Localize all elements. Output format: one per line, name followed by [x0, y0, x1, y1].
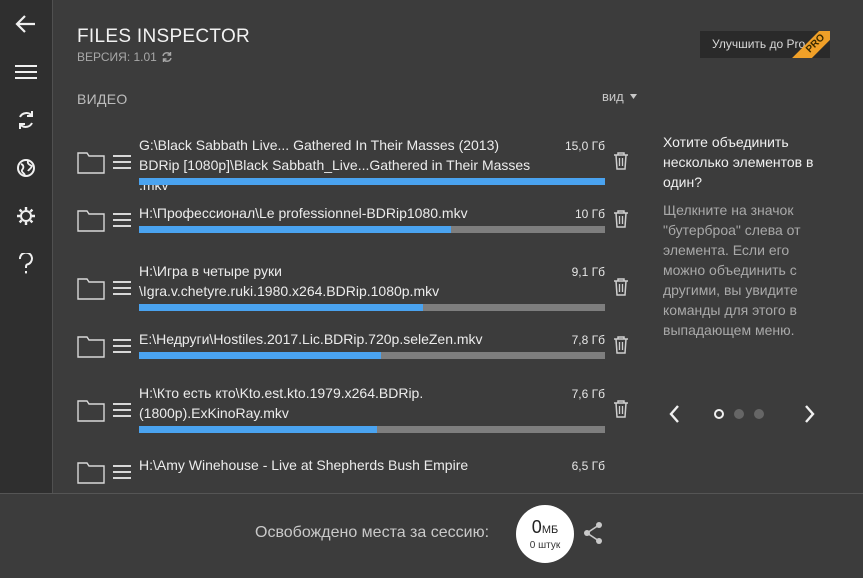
size-bar-fill	[139, 352, 382, 359]
folder-icon[interactable]	[77, 398, 105, 422]
file-size: 10 Гб	[574, 207, 605, 221]
folder-icon[interactable]	[77, 460, 105, 484]
file-path: G:\Black Sabbath Live... Gathered In The…	[139, 137, 531, 193]
file-path: H:\Кто есть кто\Kto.est.kto.1979.x264.BD…	[139, 385, 424, 421]
trash-icon[interactable]	[613, 210, 629, 228]
trash-icon[interactable]	[613, 336, 629, 354]
app-title: FILES INSPECTOR	[77, 26, 251, 47]
carousel-next-icon[interactable]	[799, 403, 819, 425]
settings-button[interactable]	[0, 196, 52, 236]
arrow-left-icon	[15, 15, 35, 33]
burger-menu-icon[interactable]	[113, 464, 131, 480]
back-button[interactable]	[0, 4, 52, 44]
size-bar	[139, 178, 605, 185]
carousel-dot[interactable]	[734, 409, 744, 419]
menu-button[interactable]	[0, 52, 52, 92]
burger-menu-icon[interactable]	[113, 338, 131, 354]
size-bar-fill	[139, 304, 424, 311]
file-list: G:\Black Sabbath Live... Gathered In The…	[53, 128, 653, 490]
file-row[interactable]: H:\Кто есть кто\Kto.est.kto.1979.x264.BD…	[53, 376, 653, 438]
file-path: H:\Игра в четыре руки \Igra.v.chetyre.ru…	[139, 263, 440, 299]
sidebar	[0, 0, 53, 493]
file-row[interactable]: E:\Недруги\Hostiles.2017.Lic.BDRip.720p.…	[53, 322, 653, 364]
refresh-icon	[19, 111, 33, 129]
file-path: H:\Профессионал\Le professionnel-BDRip10…	[139, 205, 468, 221]
caret-down-icon	[629, 94, 637, 99]
freed-count: 0 штук	[529, 540, 561, 551]
upgrade-label: Улучшить до Pro	[712, 37, 806, 51]
folder-icon[interactable]	[77, 276, 105, 300]
carousel-dot[interactable]	[754, 409, 764, 419]
question-icon	[19, 253, 33, 274]
gear-icon	[17, 207, 35, 225]
file-path: H:\Amy Winehouse - Live at Shepherds Bus…	[139, 457, 469, 473]
burger-menu-icon[interactable]	[113, 154, 131, 170]
main-panel: FILES INSPECTOR ВЕРСИЯ: 1.01 Улучшить до…	[53, 0, 863, 493]
version-text: ВЕРСИЯ: 1.01	[77, 50, 157, 64]
size-bar-fill	[139, 178, 605, 185]
freed-value-unit: МБ	[541, 524, 559, 536]
file-row[interactable]: H:\Amy Winehouse - Live at Shepherds Bus…	[53, 448, 653, 490]
size-bar-fill	[139, 426, 377, 433]
trash-icon[interactable]	[613, 278, 629, 296]
freed-space-badge: 0МБ 0 штук	[516, 505, 574, 563]
view-dropdown-label: вид	[602, 89, 624, 104]
file-size: 9,1 Гб	[571, 265, 605, 279]
hamburger-icon	[15, 65, 37, 79]
freed-value-number: 0	[531, 517, 542, 537]
file-size: 6,5 Гб	[571, 459, 605, 473]
file-path: E:\Недруги\Hostiles.2017.Lic.BDRip.720p.…	[139, 331, 483, 347]
size-bar	[139, 226, 605, 233]
size-bar	[139, 426, 605, 433]
carousel-dot[interactable]	[714, 409, 724, 419]
footer: Освобождено места за сессию: 0МБ 0 штук	[0, 493, 863, 578]
file-row[interactable]: H:\Игра в четыре руки \Igra.v.chetyre.ru…	[53, 254, 653, 316]
upgrade-pro-button[interactable]: Улучшить до Pro PRO	[700, 31, 830, 58]
folder-icon[interactable]	[77, 150, 105, 174]
update-check-icon[interactable]	[161, 51, 173, 63]
globe-icon	[17, 159, 35, 177]
folder-icon[interactable]	[77, 208, 105, 232]
section-title: ВИДЕО	[77, 91, 128, 107]
file-size: 7,6 Гб	[571, 387, 605, 401]
refresh-button[interactable]	[0, 100, 52, 140]
share-icon[interactable]	[582, 521, 604, 545]
file-size: 7,8 Гб	[571, 333, 605, 347]
trash-icon[interactable]	[613, 400, 629, 418]
size-bar	[139, 304, 605, 311]
file-row[interactable]: H:\Профессионал\Le professionnel-BDRip10…	[53, 196, 653, 238]
hint-question: Хотите объединить несколько элементов в …	[663, 134, 814, 190]
hint-panel: Хотите объединить несколько элементов в …	[663, 132, 833, 340]
file-row[interactable]: G:\Black Sabbath Live... Gathered In The…	[53, 128, 653, 193]
size-bar-fill	[139, 226, 452, 233]
help-button[interactable]	[0, 244, 52, 284]
carousel-prev-icon[interactable]	[665, 403, 685, 425]
version-label: ВЕРСИЯ: 1.01	[77, 50, 173, 64]
file-size: 15,0 Гб	[564, 139, 605, 153]
burger-menu-icon[interactable]	[113, 402, 131, 418]
freed-space-value: 0МБ	[516, 518, 574, 539]
hint-answer: Щелкните на значок "бутерброа" слева от …	[663, 202, 801, 338]
burger-menu-icon[interactable]	[113, 280, 131, 296]
folder-icon[interactable]	[77, 334, 105, 358]
globe-button[interactable]	[0, 148, 52, 188]
size-bar	[139, 352, 605, 359]
burger-menu-icon[interactable]	[113, 212, 131, 228]
trash-icon[interactable]	[613, 152, 629, 170]
view-dropdown[interactable]: вид	[602, 89, 637, 104]
freed-space-label: Освобождено места за сессию:	[255, 524, 490, 541]
